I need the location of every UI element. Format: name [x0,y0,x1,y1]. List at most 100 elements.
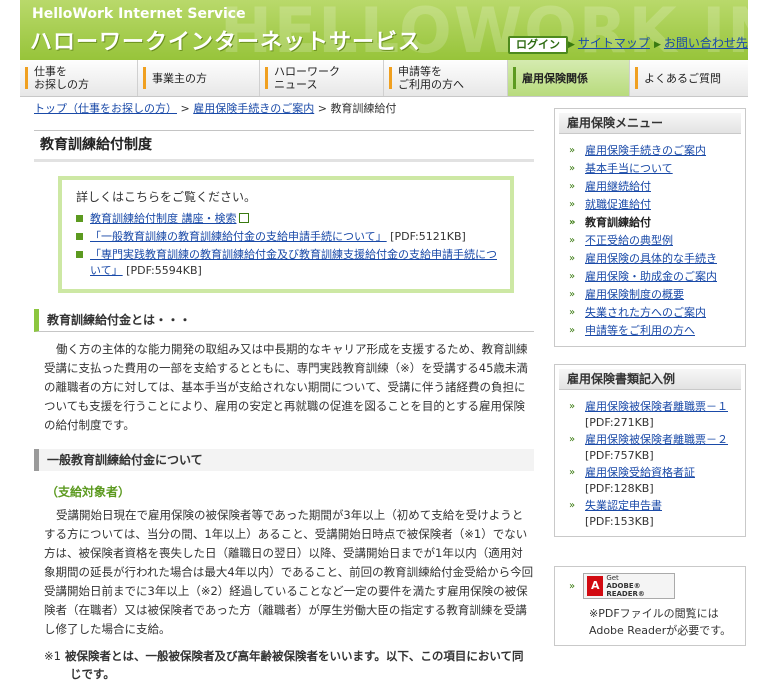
page: HELLOWORK INTERNET HelloWork Internet Se… [0,0,768,681]
nav-item-applications[interactable]: 申請等を ご利用の方へ [384,60,508,96]
breadcrumb-current: 教育訓練給付 [330,102,397,115]
bullet-icon [76,215,83,222]
double-chevron-icon: » [569,307,576,318]
sidebar-form-link[interactable]: 雇用保険被保険者離職票－１ [585,400,728,413]
sidebar-form-item[interactable]: » 雇用保険受給資格者証 [555,464,745,482]
sidebar-form-link[interactable]: 失業認定申告書 [585,499,662,512]
sidebar-item[interactable]: » 申請等をご利用の方へ [555,322,745,340]
sitemap-label[interactable]: サイトマップ [578,36,650,50]
sidebar-item-label[interactable]: 基本手当について [585,162,673,175]
sidebar-menu-list: » 雇用保険手続きのご案内 » 基本手当について » 雇用継続給付 » 就職促進給付 » 教育訓練… [555,138,745,346]
sidebar-item[interactable]: » 不正受給の典型例 [555,232,745,250]
sidebar-item[interactable]: » 失業された方へのご案内 [555,304,745,322]
sidebar-form-item[interactable]: » 雇用保険被保険者離職票－２ [555,431,745,449]
contact-label[interactable]: お問い合わせ先 [664,36,748,50]
sidebar-item[interactable]: » 雇用保険・助成金のご案内 [555,268,745,286]
double-chevron-icon: » [569,401,576,412]
adobe-logo-icon: A [587,576,604,596]
double-chevron-icon: » [569,325,576,336]
sidebar-item[interactable]: » 基本手当について [555,160,745,178]
nav-item-faq[interactable]: よくあるご質問 [630,60,748,96]
breadcrumb-sep: > [317,102,327,115]
sidebar-item-label[interactable]: 申請等をご利用の方へ [585,324,695,337]
list-item: 「専門実践教育訓練の教育訓練給付金及び教育訓練支援給付金の支給申請手続について」… [76,247,500,279]
breadcrumb-top-link[interactable]: トップ（仕事をお探しの方） [34,102,177,115]
nav-bar [389,67,392,89]
sidebar-item[interactable]: » 雇用保険制度の概要 [555,286,745,304]
general-training-pdf-link[interactable]: 「一般教育訓練の教育訓練給付金の支給申請手続について」 [90,230,387,243]
adobe-reader-label: ADOBE® READER® [606,582,645,598]
contact-link[interactable]: ▶ お問い合わせ先 [654,34,748,51]
double-chevron-icon: » [569,253,576,264]
course-search-link[interactable]: 教育訓練給付制度 講座・検索 [90,212,237,225]
sidebar-forms-title: 雇用保険書類記入例 [559,369,741,390]
adobe-row: » A Get ADOBE® READER® [569,573,745,599]
sidebar-item[interactable]: » 雇用保険の具体的な手続き [555,250,745,268]
pdf-size: [PDF:5594KB] [126,264,202,277]
nav-label: 仕事を [34,65,67,78]
nav-label: 申請等を [398,65,442,78]
pdf-size: [PDF:271KB] [585,416,654,429]
bullet-icon [76,233,83,240]
get-adobe-reader-button[interactable]: A Get ADOBE® READER® [583,573,676,599]
service-name-en: HelloWork Internet Service [32,6,246,22]
site-header: HELLOWORK INTERNET HelloWork Internet Se… [20,0,748,60]
double-chevron-icon: » [569,289,576,300]
login-button[interactable]: ログイン [508,36,568,54]
service-name-ja[interactable]: ハローワークインターネットサービス [30,24,421,56]
double-chevron-icon: » [569,434,576,445]
double-chevron-icon: » [569,199,576,210]
sidebar-item[interactable]: » 雇用保険手続きのご案内 [555,142,745,160]
pdf-size: [PDF:5121KB] [390,230,466,243]
breadcrumb: トップ（仕事をお探しの方） > 雇用保険手続きのご案内 > 教育訓練給付 [34,100,396,116]
section-heading-about: 教育訓練給付金とは・・・ [34,309,534,332]
nav-item-employers[interactable]: 事業主の方 [138,60,260,96]
sidebar-forms: 雇用保険書類記入例 » 雇用保険被保険者離職票－１ [PDF:271KB] » 雇用保険… [554,364,746,537]
sidebar-item-label[interactable]: 雇用保険制度の概要 [585,288,684,301]
sidebar-form-link[interactable]: 雇用保険被保険者離職票－２ [585,433,728,446]
sidebar-item-label: 教育訓練給付 [585,216,651,229]
nav-item-job-seekers[interactable]: 仕事を お探しの方 [20,60,138,96]
sidebar-item-label[interactable]: 雇用保険の具体的な手続き [585,252,717,265]
sidebar-menu-title: 雇用保険メニュー [559,113,741,134]
sidebar-form-item[interactable]: » 雇用保険被保険者離職票－１ [555,398,745,416]
sidebar-form-link[interactable]: 雇用保険受給資格者証 [585,466,695,479]
double-chevron-icon: » [569,500,576,511]
sidebar-form-item[interactable]: » 失業認定申告書 [555,497,745,515]
nav-item-employment-insurance[interactable]: 雇用保険関係 [508,60,630,96]
list-item: 教育訓練給付制度 講座・検索 [76,211,500,227]
sidebar-item-label[interactable]: 雇用保険・助成金のご案内 [585,270,717,283]
nav-bar [143,67,146,89]
eligibility-paragraph: 受講開始日現在で雇用保険の被保険者等であった期間が3年以上（初めて支給を受けよう… [44,508,534,636]
nav-bar [635,67,638,89]
adobe-note: ※PDFファイルの閲覧にはAdobe Readerが必要です。 [589,607,732,637]
adobe-get-label: Get [606,574,619,582]
sidebar-menu: 雇用保険メニュー » 雇用保険手続きのご案内 » 基本手当について » 雇用継続給付 » 就職… [554,108,746,347]
double-chevron-icon: » [569,271,576,282]
info-intro: 詳しくはこちらをご覧ください。 [76,190,257,204]
nav-label: 雇用保険関係 [522,71,588,85]
nav-label: ニュース [274,78,318,91]
breadcrumb-sep: > [180,102,190,115]
sidebar-item-label[interactable]: 就職促進給付 [585,198,651,211]
triangle-icon: ▶ [654,40,661,50]
info-box: 詳しくはこちらをご覧ください。 教育訓練給付制度 講座・検索 「一般教育訓練の教… [58,176,514,293]
double-chevron-icon: » [569,217,576,228]
nav-item-news[interactable]: ハローワーク ニュース [260,60,384,96]
double-chevron-icon: » [569,145,576,156]
sidebar-item[interactable]: » 雇用継続給付 [555,178,745,196]
sidebar-item-label[interactable]: 雇用継続給付 [585,180,651,193]
nav-bar [265,67,268,89]
list-item: 「一般教育訓練の教育訓練給付金の支給申請手続について」 [PDF:5121KB] [76,229,500,245]
sitemap-link[interactable]: ▶ サイトマップ [568,34,650,51]
sidebar-item-label[interactable]: 失業された方へのご案内 [585,306,706,319]
pdf-size: [PDF:128KB] [585,482,654,495]
nav-label: 事業主の方 [152,71,207,85]
nav-label: お探しの方 [34,78,89,91]
sidebar-item-label[interactable]: 不正受給の典型例 [585,234,673,247]
sidebar-item[interactable]: » 就職促進給付 [555,196,745,214]
sidebar-item-label[interactable]: 雇用保険手続きのご案内 [585,144,706,157]
double-chevron-icon: » [569,163,576,174]
double-chevron-icon: » [569,235,576,246]
breadcrumb-mid-link[interactable]: 雇用保険手続きのご案内 [193,102,314,115]
